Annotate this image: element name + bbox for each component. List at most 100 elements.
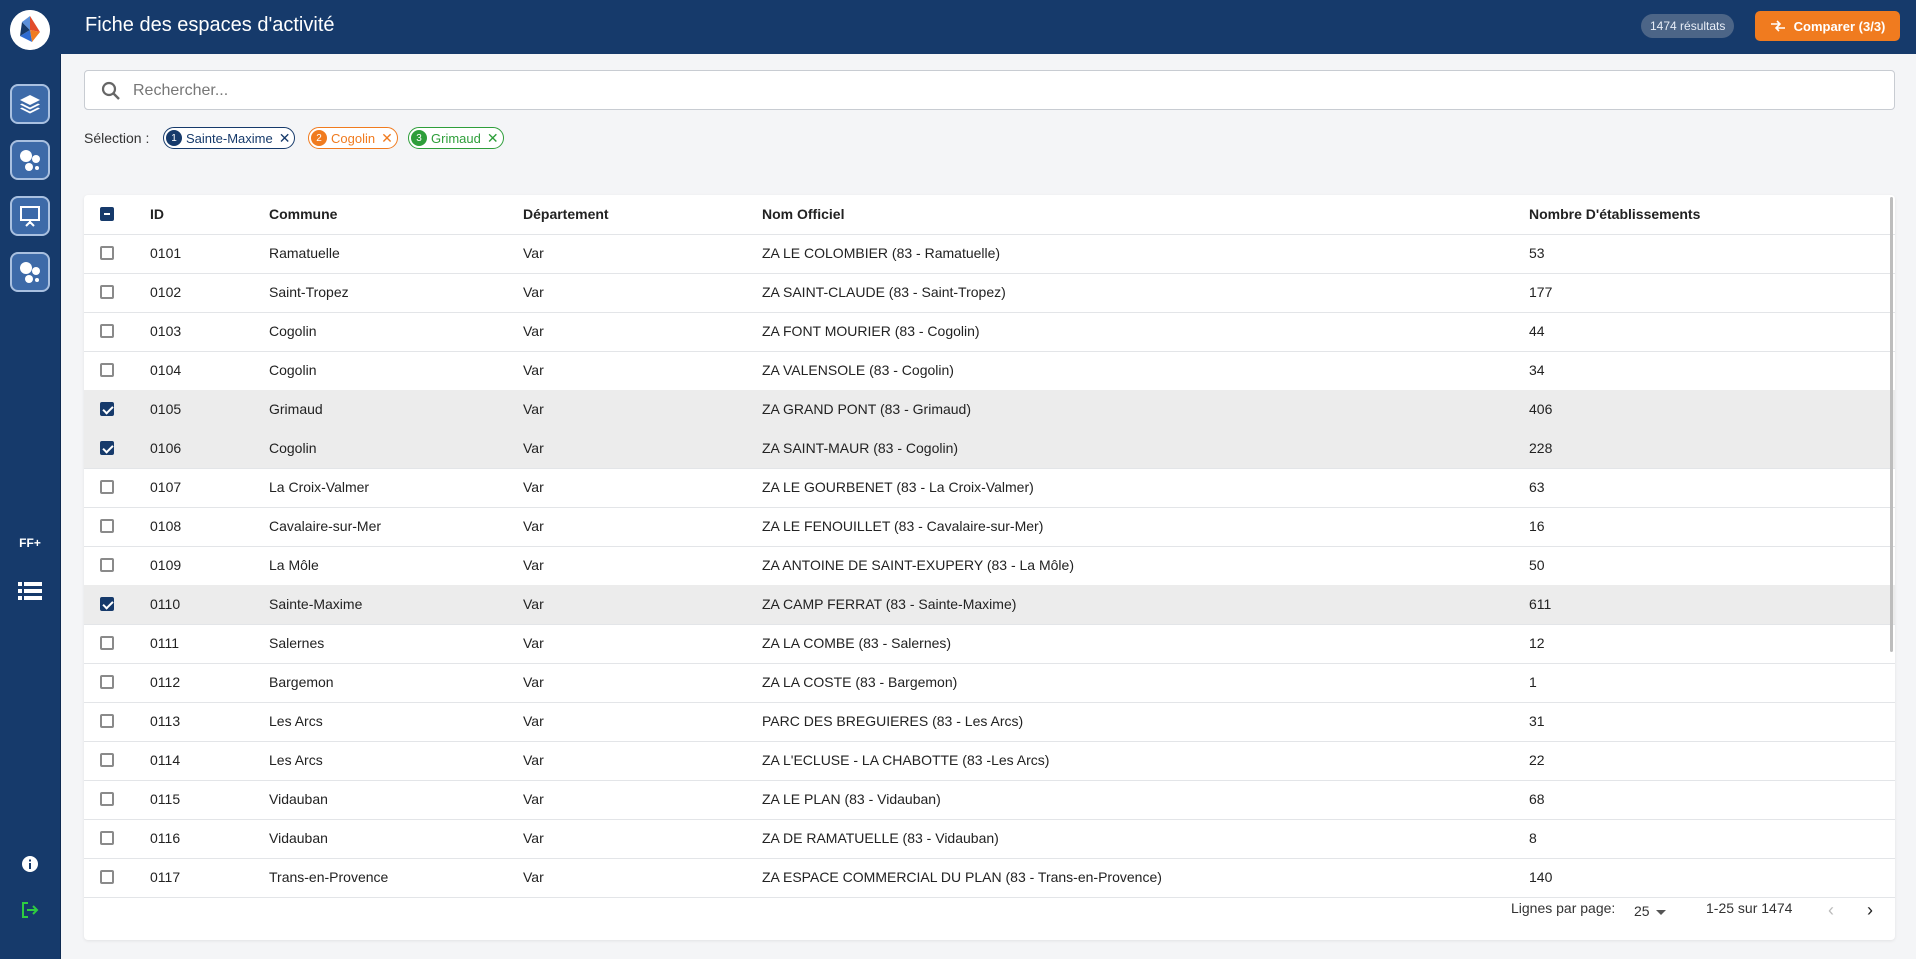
row-checkbox[interactable] bbox=[100, 597, 114, 611]
compare-button[interactable]: Comparer (3/3) bbox=[1755, 11, 1900, 41]
row-checkbox[interactable] bbox=[100, 519, 114, 533]
chip-label: Sainte-Maxime bbox=[186, 130, 273, 146]
cell-commune: Vidauban bbox=[269, 791, 328, 807]
cell-nom-officiel: ZA CAMP FERRAT (83 - Sainte-Maxime) bbox=[762, 596, 1017, 612]
close-icon[interactable]: ✕ bbox=[381, 130, 393, 147]
cell-nombre-etablissements: 16 bbox=[1529, 518, 1545, 534]
results-count-badge: 1474 résultats bbox=[1641, 14, 1735, 38]
cell-commune: Bargemon bbox=[269, 674, 334, 690]
table-row[interactable]: 0107 La Croix-Valmer Var ZA LE GOURBENET (8… bbox=[84, 468, 1895, 508]
table-row[interactable]: 0113 Les Arcs Var PARC DES BREGUIERES (83 -… bbox=[84, 702, 1895, 742]
close-icon[interactable]: ✕ bbox=[487, 130, 499, 147]
row-checkbox[interactable] bbox=[100, 402, 114, 416]
cell-departement: Var bbox=[523, 401, 544, 417]
layers-icon bbox=[20, 95, 40, 114]
cell-nom-officiel: ZA LE COLOMBIER (83 - Ramatuelle) bbox=[762, 245, 1001, 261]
next-page-button[interactable]: › bbox=[1867, 900, 1873, 920]
cell-commune: Trans-en-Provence bbox=[269, 869, 389, 885]
cell-departement: Var bbox=[523, 596, 544, 612]
column-header-nom-officiel[interactable]: Nom Officiel bbox=[762, 195, 844, 234]
selection-chip-2[interactable]: 2 Cogolin ✕ bbox=[308, 127, 398, 149]
row-checkbox[interactable] bbox=[100, 285, 114, 299]
table-row[interactable]: 0101 Ramatuelle Var ZA LE COLOMBIER (83 - R… bbox=[84, 234, 1895, 274]
cell-nom-officiel: ZA ESPACE COMMERCIAL DU PLAN (83 - Trans… bbox=[762, 869, 1162, 885]
list-button[interactable] bbox=[18, 580, 42, 607]
row-checkbox[interactable] bbox=[100, 792, 114, 806]
table-row[interactable]: 0105 Grimaud Var ZA GRAND PONT (83 - Grimau… bbox=[84, 390, 1895, 430]
table-row[interactable]: 0111 Salernes Var ZA LA COMBE (83 - Salerne… bbox=[84, 624, 1895, 664]
row-checkbox[interactable] bbox=[100, 675, 114, 689]
table-scrollbar[interactable] bbox=[1890, 197, 1893, 652]
app-logo[interactable] bbox=[10, 10, 50, 50]
row-checkbox[interactable] bbox=[100, 753, 114, 767]
select-all-checkbox[interactable] bbox=[100, 207, 114, 221]
selection-chip-1[interactable]: 1 Sainte-Maxime ✕ bbox=[163, 127, 296, 149]
previous-page-button[interactable]: ‹ bbox=[1828, 900, 1834, 920]
compare-button-label: Comparer (3/3) bbox=[1793, 18, 1886, 34]
row-checkbox[interactable] bbox=[100, 246, 114, 260]
rows-per-page-value: 25 bbox=[1634, 903, 1650, 919]
ff-plus-label[interactable]: FF+ bbox=[0, 536, 60, 550]
cell-commune: Cavalaire-sur-Mer bbox=[269, 518, 382, 534]
row-checkbox[interactable] bbox=[100, 870, 114, 884]
table-row[interactable]: 0112 Bargemon Var ZA LA COSTE (83 - Bargemo… bbox=[84, 663, 1895, 703]
close-icon[interactable]: ✕ bbox=[279, 130, 291, 147]
bubbles-icon bbox=[20, 150, 40, 171]
sidebar-item-presentation[interactable] bbox=[10, 196, 50, 236]
cell-id: 0116 bbox=[150, 830, 181, 846]
cell-nom-officiel: ZA SAINT-MAUR (83 - Cogolin) bbox=[762, 440, 959, 456]
table-row[interactable]: 0108 Cavalaire-sur-Mer Var ZA LE FENOUILLET… bbox=[84, 507, 1895, 547]
row-checkbox[interactable] bbox=[100, 324, 114, 338]
chip-number: 2 bbox=[311, 130, 327, 146]
column-header-id[interactable]: ID bbox=[150, 195, 164, 234]
table-row[interactable]: 0116 Vidauban Var ZA DE RAMATUELLE (83 - Vi… bbox=[84, 819, 1895, 859]
row-checkbox[interactable] bbox=[100, 363, 114, 377]
table-row[interactable]: 0114 Les Arcs Var ZA L'ECLUSE - LA CHABOTTE… bbox=[84, 741, 1895, 781]
table-row[interactable]: 0106 Cogolin Var ZA SAINT-MAUR (83 - Cogoli… bbox=[84, 429, 1895, 469]
logo-icon bbox=[10, 10, 50, 50]
cell-commune: Cogolin bbox=[269, 440, 317, 456]
table-row[interactable]: 0102 Saint-Tropez Var ZA SAINT-CLAUDE (83 -… bbox=[84, 273, 1895, 313]
list-icon bbox=[18, 582, 42, 600]
cell-departement: Var bbox=[523, 518, 544, 534]
selection-chip-3[interactable]: 3 Grimaud ✕ bbox=[408, 127, 504, 149]
cell-nom-officiel: ZA VALENSOLE (83 - Cogolin) bbox=[762, 362, 954, 378]
row-checkbox[interactable] bbox=[100, 831, 114, 845]
row-checkbox[interactable] bbox=[100, 480, 114, 494]
info-button[interactable] bbox=[22, 856, 38, 877]
compare-icon bbox=[1770, 20, 1785, 32]
table-row[interactable]: 0103 Cogolin Var ZA FONT MOURIER (83 - Cogo… bbox=[84, 312, 1895, 352]
cell-commune: La Croix-Valmer bbox=[269, 479, 370, 495]
page-title: Fiche des espaces d'activité bbox=[85, 14, 335, 36]
table-row[interactable]: 0117 Trans-en-Provence Var ZA ESPACE COMMER… bbox=[84, 858, 1895, 898]
cell-id: 0112 bbox=[150, 674, 181, 690]
caret-down-icon bbox=[1655, 909, 1666, 915]
table-row[interactable]: 0115 Vidauban Var ZA LE PLAN (83 - Vidauban… bbox=[84, 780, 1895, 820]
cell-nombre-etablissements: 406 bbox=[1529, 401, 1553, 417]
chip-label: Cogolin bbox=[331, 130, 376, 146]
cell-id: 0111 bbox=[150, 635, 180, 651]
sidebar-item-layers[interactable] bbox=[10, 84, 50, 124]
chevron-left-icon: ‹ bbox=[1828, 900, 1834, 920]
table-row[interactable]: 0109 La Môle Var ZA ANTOINE DE SAINT-EXUPER… bbox=[84, 546, 1895, 586]
row-checkbox[interactable] bbox=[100, 558, 114, 572]
selection-label: Sélection : bbox=[84, 130, 150, 146]
row-checkbox[interactable] bbox=[100, 441, 114, 455]
row-checkbox[interactable] bbox=[100, 636, 114, 650]
column-header-departement[interactable]: Département bbox=[523, 195, 609, 234]
cell-commune: Saint-Tropez bbox=[269, 284, 349, 300]
chip-number: 1 bbox=[166, 130, 182, 146]
rows-per-page-select[interactable]: 25 bbox=[1634, 903, 1666, 919]
column-header-nombre-etablissements[interactable]: Nombre D'établissements bbox=[1529, 195, 1700, 234]
cell-commune: Vidauban bbox=[269, 830, 328, 846]
logout-button[interactable] bbox=[21, 901, 39, 924]
row-checkbox[interactable] bbox=[100, 714, 114, 728]
sidebar-item-bubbles-2[interactable] bbox=[10, 252, 50, 292]
column-header-commune[interactable]: Commune bbox=[269, 195, 337, 234]
search-input[interactable] bbox=[131, 79, 1835, 103]
sidebar-item-bubbles[interactable] bbox=[10, 140, 50, 180]
table-row[interactable]: 0110 Sainte-Maxime Var ZA CAMP FERRAT (83 -… bbox=[84, 585, 1895, 625]
table-row[interactable]: 0104 Cogolin Var ZA VALENSOLE (83 - Cogolin… bbox=[84, 351, 1895, 391]
cell-commune: La Môle bbox=[269, 557, 319, 573]
cell-departement: Var bbox=[523, 245, 544, 261]
